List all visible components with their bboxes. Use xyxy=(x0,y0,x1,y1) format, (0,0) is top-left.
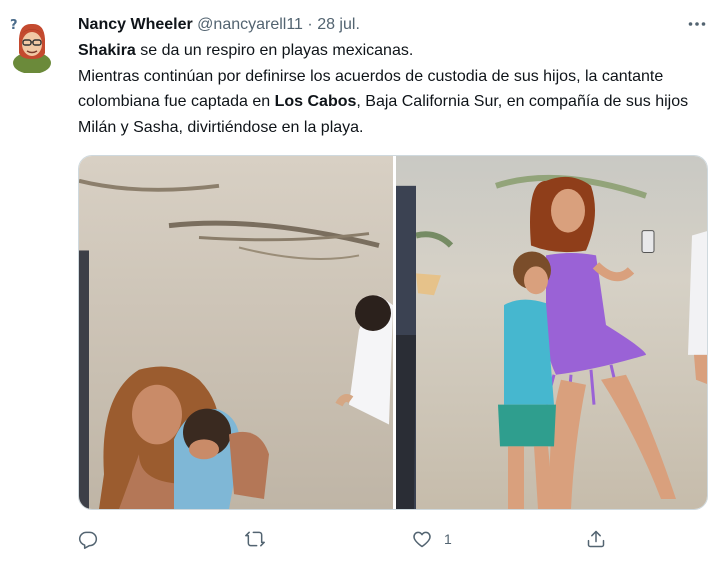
tweet-text: Shakira se da un respiro en playas mexic… xyxy=(78,38,708,140)
beach-photo-woman-with-phone-and-boy-icon xyxy=(396,156,707,509)
tweet-date[interactable]: 28 jul. xyxy=(317,16,360,33)
reply-icon xyxy=(78,531,98,549)
avatar-image: ? xyxy=(10,18,51,74)
retweet-icon xyxy=(245,531,265,547)
author-handle[interactable]: @nancyarell11 xyxy=(197,16,303,33)
more-icon xyxy=(688,22,706,26)
tweet-media[interactable] xyxy=(78,155,708,510)
media-photo-1[interactable] xyxy=(79,156,393,509)
beach-photo-mother-and-son-icon xyxy=(79,156,393,509)
like-count: 1 xyxy=(444,531,452,547)
text-bold-los-cabos: Los Cabos xyxy=(274,93,357,110)
like-button[interactable]: 1 xyxy=(412,526,452,552)
action-bar: 1 xyxy=(78,526,708,552)
avatar[interactable]: ? xyxy=(10,17,54,74)
tweet-header: Nancy Wheeler @nancyarell11 · 28 jul. xyxy=(78,14,678,36)
heart-icon xyxy=(413,531,431,548)
author-name[interactable]: Nancy Wheeler xyxy=(78,16,193,33)
svg-text:?: ? xyxy=(10,18,18,33)
text-part-1: se da un respiro en playas mexicanas. xyxy=(135,42,414,59)
separator: · xyxy=(307,16,313,33)
retweet-button[interactable] xyxy=(245,526,265,552)
reply-button[interactable] xyxy=(78,526,98,552)
more-options-button[interactable] xyxy=(684,14,710,34)
text-bold-shakira: Shakira xyxy=(78,42,136,59)
tweet-card[interactable]: ? Nancy Wheeler @nancyarell11 · 28 jul. … xyxy=(0,0,727,561)
share-button[interactable] xyxy=(586,526,606,552)
media-photo-2[interactable] xyxy=(396,156,707,509)
share-icon xyxy=(587,530,605,548)
